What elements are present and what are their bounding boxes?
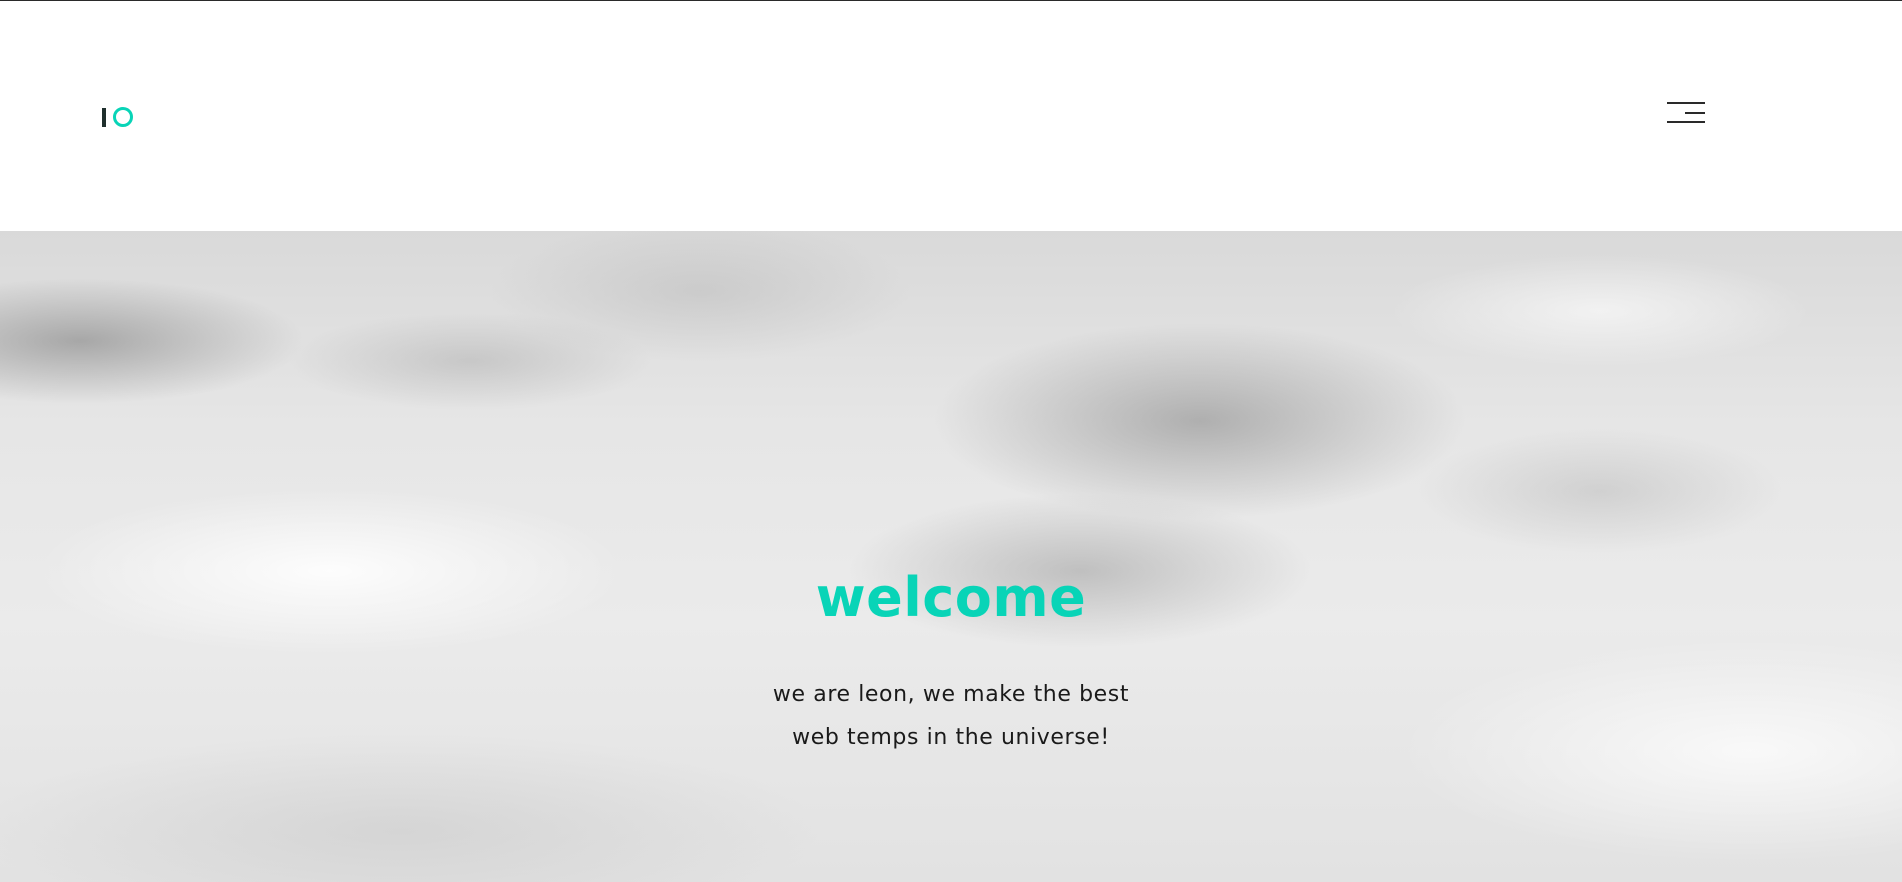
menu-line-icon bbox=[1685, 112, 1705, 114]
logo-bar-icon bbox=[102, 107, 106, 127]
logo-circle-icon bbox=[113, 107, 133, 127]
page: welcome we are leon, we make the best we… bbox=[0, 0, 1902, 882]
hero-content: welcome we are leon, we make the best we… bbox=[0, 231, 1902, 882]
menu-line-icon bbox=[1667, 102, 1705, 104]
menu-line-icon bbox=[1667, 121, 1705, 123]
hero-subtitle: we are leon, we make the best web temps … bbox=[0, 673, 1902, 759]
logo-link[interactable] bbox=[102, 105, 133, 129]
hero-section: welcome we are leon, we make the best we… bbox=[0, 231, 1902, 882]
hero-subtitle-line: we are leon, we make the best bbox=[772, 682, 1130, 707]
page-main: welcome we are leon, we make the best we… bbox=[0, 1, 1902, 882]
hero-subtitle-line: web temps in the universe! bbox=[792, 725, 1110, 750]
site-header bbox=[0, 1, 1902, 231]
hero-title: welcome bbox=[815, 566, 1087, 629]
hamburger-menu-button[interactable] bbox=[1665, 101, 1705, 125]
